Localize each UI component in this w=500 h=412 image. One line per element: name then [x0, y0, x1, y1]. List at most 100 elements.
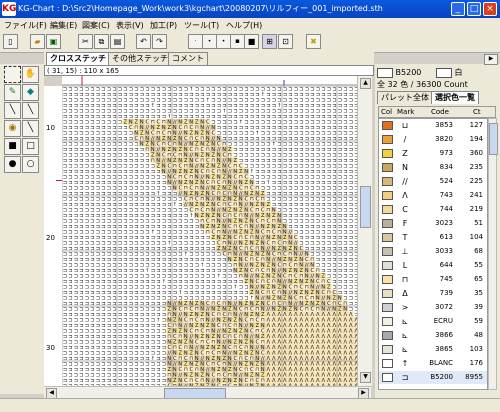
palette-row[interactable]: F 3023 51 — [379, 217, 487, 230]
pen-icon[interactable]: ✎ — [4, 84, 21, 101]
palette-scrollbar[interactable] — [488, 118, 498, 390]
grid-alt-icon[interactable]: ⊡ — [278, 34, 293, 49]
copy-icon[interactable]: ⧉ — [94, 34, 109, 49]
ruler-label: 10 — [46, 124, 55, 132]
count-header[interactable]: Ct — [473, 108, 481, 116]
rect-fill-icon[interactable]: ■ — [4, 138, 21, 155]
palette-row[interactable]: L 644 55 — [379, 259, 487, 272]
new-file-icon[interactable]: ▯ — [3, 34, 18, 49]
window-title: KG-Chart : D:\Src2\Homepage_Work\work3\k… — [18, 4, 383, 13]
menu-process[interactable]: 加工(P) — [150, 20, 177, 31]
color-code: 3853 — [435, 121, 453, 129]
scroll-thumb[interactable] — [360, 186, 371, 228]
palette-row[interactable]: ⊔ 3853 127 — [379, 119, 487, 132]
palette-row[interactable]: >3072 39 — [379, 301, 487, 314]
palette-subtabs: パレット全体 選択色一覧 — [377, 91, 495, 104]
tab-selected-colors[interactable]: 選択色一覧 — [431, 91, 479, 104]
dot-size-4-icon[interactable]: ▪ — [230, 34, 245, 49]
color-code: 644 — [439, 261, 453, 269]
redo-icon[interactable]: ↷ — [152, 34, 167, 49]
selected-color[interactable]: B5200 白 — [377, 67, 463, 78]
stitch-mark: ⊐ — [401, 373, 409, 382]
ellipse-outline-icon[interactable]: ○ — [22, 156, 39, 173]
color-code: 744 — [439, 205, 453, 213]
tab-other-stitch[interactable]: その他ステッチ — [108, 52, 172, 65]
ellipse-fill-icon[interactable]: ● — [4, 156, 21, 173]
scroll-up-icon[interactable]: ▲ — [360, 78, 371, 89]
paste-icon[interactable]: ▤ — [110, 34, 125, 49]
palette-row[interactable]: T 613 104 — [379, 231, 487, 244]
palette-row[interactable]: Λ 743 241 — [379, 189, 487, 202]
panel-toggle-icon[interactable]: ▶ — [484, 54, 498, 65]
dot-size-3-icon[interactable]: • — [216, 34, 231, 49]
tool-settings-icon[interactable]: ✖ — [306, 34, 321, 49]
palette-row[interactable]: C 744 219 — [379, 203, 487, 216]
menu-view[interactable]: 表示(V) — [116, 20, 144, 31]
save-icon[interactable]: ▣ — [46, 34, 61, 49]
eraser-icon[interactable]: ◆ — [22, 84, 39, 101]
palette-row[interactable]: ⊾ 3865 103 — [379, 343, 487, 356]
color-swatch — [382, 121, 393, 130]
palette-row[interactable]: ↑ BLANC 176 — [379, 357, 487, 370]
menu-design[interactable]: 図案(C) — [82, 20, 110, 31]
palette-row[interactable]: ⊓ 745 65 — [379, 273, 487, 286]
tab-cross-stitch[interactable]: クロスステッチ — [46, 52, 110, 65]
minimize-button[interactable]: _ — [451, 2, 465, 16]
palette-row[interactable]: ∕∕ 524 225 — [379, 175, 487, 188]
select-rect-icon[interactable] — [4, 66, 21, 83]
ruler-label: 30 — [46, 344, 55, 352]
selected-color-code: B5200 — [395, 68, 422, 77]
tab-comment[interactable]: コメント — [168, 52, 208, 65]
palette-row[interactable]: Z 973 360 — [379, 147, 487, 160]
menu-file[interactable]: ファイル(F) — [4, 20, 47, 31]
line-icon[interactable]: ╲ — [4, 102, 21, 119]
color-count-value: 35 — [474, 289, 483, 297]
color-swatch — [382, 135, 393, 144]
palette-row[interactable]: ⊐ B5200 8955 — [379, 371, 487, 384]
close-button[interactable]: × — [483, 2, 497, 16]
stitch-mark: ⊔ — [401, 121, 409, 130]
color-count-value: 59 — [474, 317, 483, 325]
stitch-grid[interactable]: ⊐ ⊐ ⊐ ⊐ ⊐ ⊐ ⊐ ⊐ ⊐ ⊐ ⊐ ⊐ ⊐ ⊐ ⊐ ⊐ ⊐ ⊐ ⊐ ⊐ ⊐ ⊐ ⊐ ↑ ⊐ ⊐ ⊐ ⊐ ⊐ ⊐ ⊐ ⊐ ⊐ ⊐ ⊐ ⊐ ⊐ ⊐ ⊐ ⊐… — [62, 86, 357, 386]
stitch-mark: Δ — [402, 289, 408, 298]
dot-size-5-icon[interactable]: ■ — [244, 34, 259, 49]
palette-row[interactable]: ⊾ 3866 48 — [379, 329, 487, 342]
palette-row[interactable]: Δ 739 35 — [379, 287, 487, 300]
vertical-scrollbar[interactable]: ▲ ▼ — [357, 76, 372, 386]
palette-scroll-thumb[interactable] — [489, 123, 498, 155]
scroll-down-icon[interactable]: ▼ — [360, 372, 371, 383]
palette-row[interactable]: N 834 235 — [379, 161, 487, 174]
menu-bar: ファイル(F) 編集(E) 図案(C) 表示(V) 加工(P) ツール(T) ヘ… — [0, 18, 500, 32]
menu-tools[interactable]: ツール(T) — [184, 20, 219, 31]
fill-bucket-icon[interactable]: ◉ — [4, 120, 21, 137]
maximize-button[interactable]: □ — [467, 2, 481, 16]
undo-icon[interactable]: ↶ — [136, 34, 151, 49]
tab-full-palette[interactable]: パレット全体 — [377, 91, 433, 104]
stitch-mark: ⊾ — [401, 331, 409, 340]
color-swatch — [382, 219, 393, 228]
dot-size-1-icon[interactable]: · — [188, 34, 203, 49]
color-swatch — [382, 247, 393, 256]
palette-row[interactable]: / 3820 194 — [379, 133, 487, 146]
palette-row[interactable]: ⊾ ECRU 59 — [379, 315, 487, 328]
col-header[interactable]: Col — [381, 108, 392, 116]
mark-header[interactable]: Mark — [397, 108, 414, 116]
rect-outline-icon[interactable]: □ — [22, 138, 39, 155]
color-swatch — [382, 177, 393, 186]
palette-row[interactable]: ⊥ 3033 68 — [379, 245, 487, 258]
menu-help[interactable]: ヘルプ(H) — [226, 20, 262, 31]
line-thin-icon[interactable]: ╲ — [22, 102, 39, 119]
dot-size-2-icon[interactable]: • — [202, 34, 217, 49]
hand-icon[interactable]: ✋ — [22, 66, 39, 83]
code-header[interactable]: Code — [431, 108, 449, 116]
stitch-mark: Z — [402, 149, 408, 158]
menu-edit[interactable]: 編集(E) — [50, 20, 77, 31]
color-swatch — [382, 233, 393, 242]
open-folder-icon[interactable]: ▰ — [30, 34, 45, 49]
title-bar: KG KG-Chart : D:\Src2\Homepage_Work\work… — [0, 0, 500, 18]
color-count-value: 241 — [469, 191, 483, 199]
grid-view-icon[interactable]: ⊞ — [262, 34, 277, 49]
eyedropper-icon[interactable]: ╲ — [22, 120, 39, 137]
cut-icon[interactable]: ✂ — [78, 34, 93, 49]
stitch-canvas[interactable]: ⊐ ⊐ ⊐ ⊐ ⊐ ⊐ ⊐ ⊐ ⊐ ⊐ ⊐ ⊐ ⊐ ⊐ ⊐ ⊐ ⊐ ⊐ ⊐ ⊐ ⊐ ⊐ ⊐ ↑ ⊐ ⊐ ⊐ ⊐ ⊐ ⊐ ⊐ ⊐ ⊐ ⊐ ⊐ ⊐ ⊐ ⊐ ⊐ ⊐… — [62, 86, 357, 386]
